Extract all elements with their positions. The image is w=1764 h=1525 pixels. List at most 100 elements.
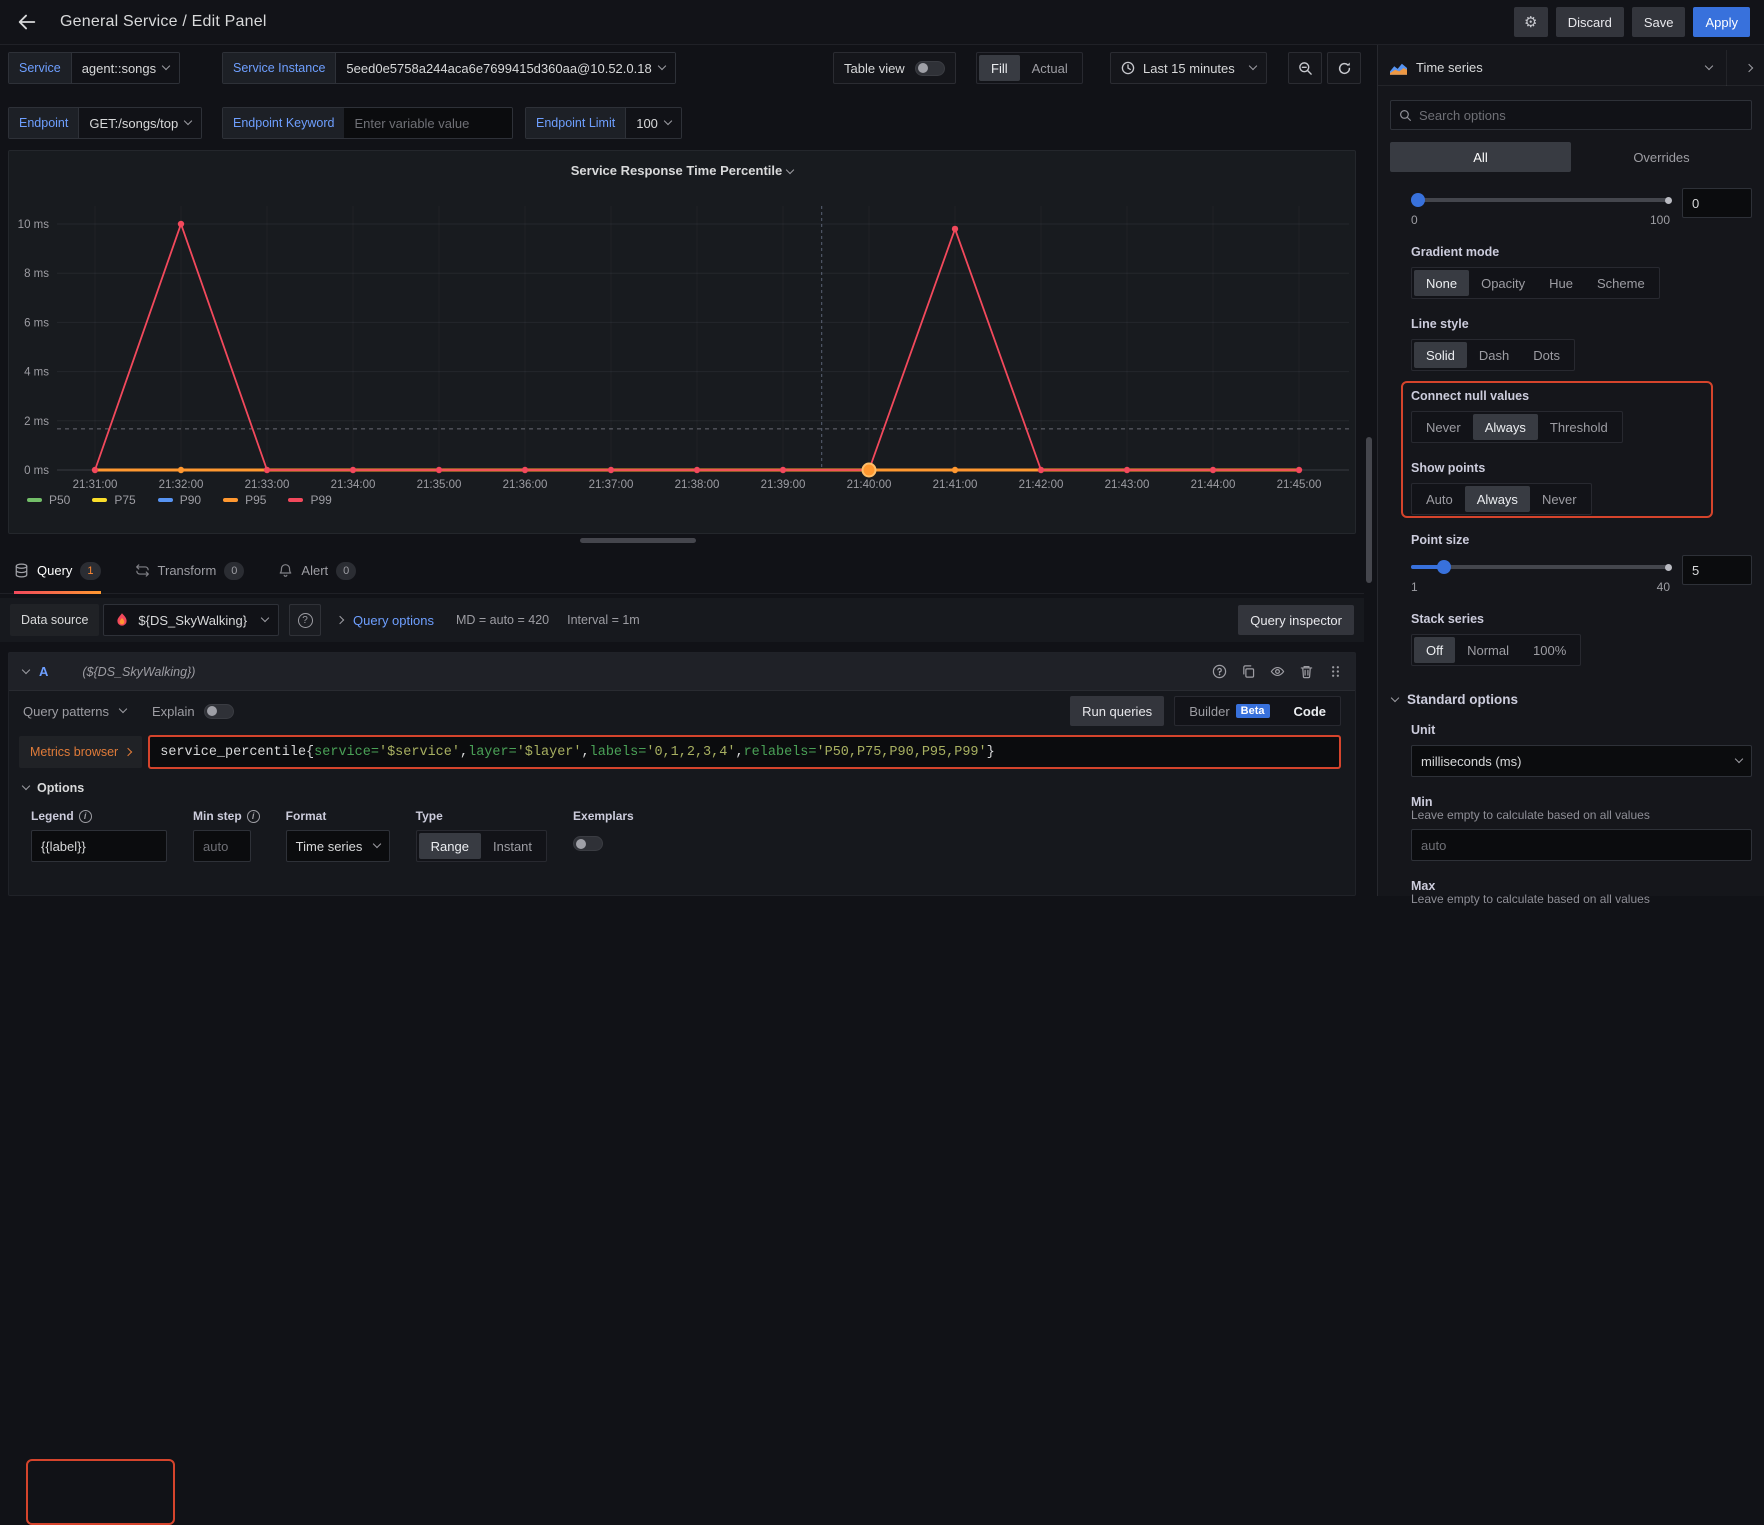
legend-item-p99[interactable]: P99	[288, 493, 331, 507]
standard-options-collapse[interactable]: Standard options	[1378, 692, 1764, 707]
query-help-icon[interactable]	[1212, 664, 1227, 679]
datasource-value: ${DS_SkyWalking}	[138, 613, 247, 628]
query-inspector-button[interactable]: Query inspector	[1238, 605, 1354, 635]
datasource-help-button[interactable]: ?	[289, 604, 321, 636]
option-dash[interactable]: Dash	[1467, 342, 1521, 368]
option-always[interactable]: Always	[1465, 486, 1530, 512]
variable-service[interactable]: Service agent::songs	[8, 52, 180, 84]
top-bar: General Service / Edit Panel ⚙ Discard S…	[0, 0, 1764, 45]
discard-button[interactable]: Discard	[1556, 7, 1624, 37]
svg-text:21:37:00: 21:37:00	[589, 479, 634, 491]
tab-query[interactable]: Query 1	[14, 548, 101, 594]
option-solid[interactable]: Solid	[1414, 342, 1467, 368]
option-never[interactable]: Never	[1530, 486, 1589, 512]
option-range[interactable]: Range	[419, 833, 481, 859]
query-code-input[interactable]: service_percentile{service='$service', l…	[148, 735, 1341, 769]
explain-toggle[interactable]	[204, 704, 234, 719]
transform-icon	[135, 563, 150, 578]
table-view-toggle[interactable]	[915, 61, 945, 76]
visualization-picker[interactable]: Time series	[1378, 50, 1764, 86]
variable-endpoint-limit[interactable]: Endpoint Limit 100	[525, 107, 682, 139]
apply-button[interactable]: Apply	[1693, 7, 1750, 37]
fill-actual-group: Fill Actual	[976, 52, 1083, 84]
option-code[interactable]: Code	[1282, 699, 1339, 723]
datasource-label: Data source	[10, 604, 99, 636]
time-series-chart[interactable]: 21:31:0021:32:0021:33:0021:34:0021:35:00…	[9, 151, 1355, 533]
option-none[interactable]: None	[1414, 270, 1469, 296]
exemplars-toggle[interactable]	[573, 836, 603, 851]
option-threshold[interactable]: Threshold	[1538, 414, 1620, 440]
option-hue[interactable]: Hue	[1537, 270, 1585, 296]
refresh-button[interactable]	[1327, 52, 1361, 84]
fill-opacity-value[interactable]: 0	[1682, 188, 1752, 218]
option-builder[interactable]: Builder Beta	[1177, 699, 1281, 723]
option-off[interactable]: Off	[1414, 637, 1455, 663]
option-never[interactable]: Never	[1414, 414, 1473, 440]
trash-icon[interactable]	[1299, 664, 1314, 679]
point-size-value[interactable]: 5	[1682, 555, 1752, 585]
tab-transform[interactable]: Transform 0	[135, 548, 245, 594]
metrics-browser-toggle[interactable]: Metrics browser	[19, 736, 142, 768]
options-collapse[interactable]: Options	[23, 781, 1341, 795]
time-range-picker[interactable]: Last 15 minutes	[1110, 52, 1267, 84]
tab-overrides[interactable]: Overrides	[1571, 142, 1752, 172]
datasource-picker[interactable]: ${DS_SkyWalking}	[103, 604, 279, 636]
point-size-slider[interactable]	[1411, 560, 1670, 574]
option-fill[interactable]: Fill	[979, 55, 1020, 81]
time-series-panel-icon	[1390, 61, 1407, 75]
chevron-right-icon	[336, 616, 344, 624]
svg-text:21:40:00: 21:40:00	[847, 479, 892, 491]
option-always[interactable]: Always	[1473, 414, 1538, 440]
chevron-down-icon	[664, 117, 672, 125]
tab-alert[interactable]: Alert 0	[278, 548, 356, 594]
connect-nulls-field: Connect null values NeverAlwaysThreshold	[1378, 389, 1764, 443]
chevron-down-icon	[22, 665, 30, 673]
query-options-toggle[interactable]: Query options	[353, 613, 434, 628]
vertical-scrollbar[interactable]	[1366, 437, 1372, 583]
search-options-input[interactable]	[1419, 102, 1743, 128]
option-100-[interactable]: 100%	[1521, 637, 1578, 663]
drag-handle-icon[interactable]	[1328, 664, 1343, 679]
variable-endpoint[interactable]: Endpoint GET:/songs/top	[8, 107, 202, 139]
legend-item-p50[interactable]: P50	[27, 493, 70, 507]
eye-icon[interactable]	[1270, 664, 1285, 679]
min-step-input[interactable]	[193, 830, 251, 862]
line-style-switch: SolidDashDots	[1411, 339, 1575, 371]
legend-item-p90[interactable]: P90	[158, 493, 201, 507]
legend-item-p75[interactable]: P75	[92, 493, 135, 507]
run-queries-button[interactable]: Run queries	[1070, 696, 1164, 726]
format-select[interactable]: Time series	[286, 830, 390, 862]
unit-select[interactable]: milliseconds (ms)	[1411, 745, 1752, 777]
tab-all[interactable]: All	[1390, 142, 1571, 172]
duplicate-icon[interactable]	[1241, 664, 1256, 679]
back-arrow-icon[interactable]	[16, 11, 38, 33]
option-instant[interactable]: Instant	[481, 833, 544, 859]
min-input[interactable]	[1411, 829, 1752, 861]
query-row-header[interactable]: A (${DS_SkyWalking})	[9, 653, 1355, 691]
option-scheme[interactable]: Scheme	[1585, 270, 1657, 296]
query-patterns-dropdown[interactable]: Query patterns	[23, 704, 126, 719]
search-options-field[interactable]	[1390, 100, 1752, 130]
svg-text:21:34:00: 21:34:00	[331, 479, 376, 491]
slider-handle[interactable]	[1437, 560, 1451, 574]
variable-endpoint-label: Endpoint	[9, 108, 78, 138]
fill-opacity-slider[interactable]	[1411, 193, 1670, 207]
endpoint-keyword-input[interactable]	[344, 108, 512, 138]
option-dots[interactable]: Dots	[1521, 342, 1572, 368]
sidebar-collapse-button[interactable]	[1726, 50, 1752, 86]
option-actual[interactable]: Actual	[1020, 55, 1080, 81]
option-normal[interactable]: Normal	[1455, 637, 1521, 663]
zoom-out-button[interactable]	[1288, 52, 1322, 84]
horizontal-scrollbar[interactable]	[580, 538, 696, 543]
save-button[interactable]: Save	[1632, 7, 1686, 37]
variable-service-instance[interactable]: Service Instance 5eed0e5758a244aca6e7699…	[222, 52, 676, 84]
panel-settings-button[interactable]: ⚙	[1514, 7, 1548, 37]
svg-text:21:43:00: 21:43:00	[1105, 479, 1150, 491]
option-auto[interactable]: Auto	[1414, 486, 1465, 512]
stack-series-field: Stack series OffNormal100%	[1378, 612, 1764, 666]
chevron-down-icon	[119, 705, 127, 713]
slider-handle[interactable]	[1411, 193, 1425, 207]
legend-item-p95[interactable]: P95	[223, 493, 266, 507]
legend-input[interactable]	[31, 830, 167, 862]
option-opacity[interactable]: Opacity	[1469, 270, 1537, 296]
